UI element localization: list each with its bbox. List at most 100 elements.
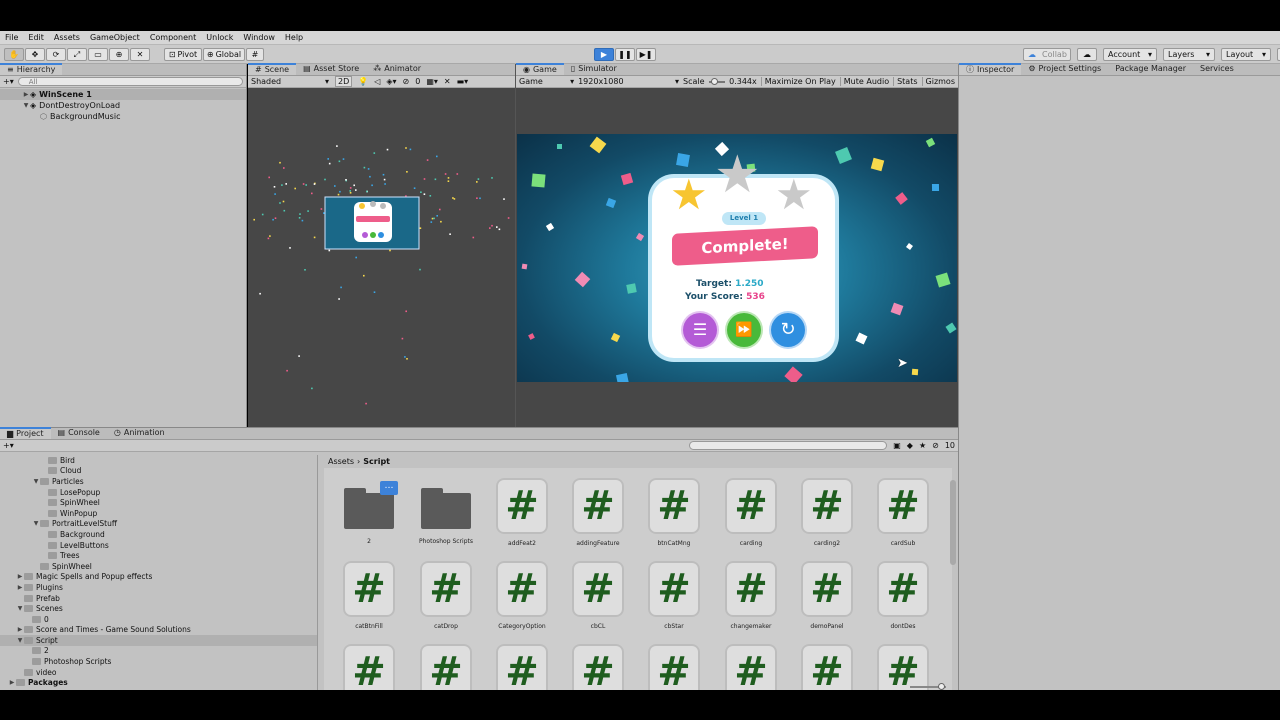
tab-animator[interactable]: ⁂ Animator [366, 63, 428, 75]
stats-toggle[interactable]: Stats [893, 77, 918, 86]
snap-icon[interactable]: # [246, 48, 264, 61]
tab-scene[interactable]: # Scene [248, 63, 297, 75]
script-asset[interactable]: # addFeat2 [487, 478, 557, 554]
project-tree-item[interactable]: SpinWheel [0, 561, 317, 572]
global-toggle[interactable]: ⊕ Global [203, 48, 245, 61]
script-asset[interactable]: # [792, 644, 862, 691]
add-icon[interactable]: +▾ [3, 441, 14, 450]
project-tree-item[interactable]: Cloud [0, 466, 317, 477]
script-asset[interactable]: # [868, 644, 938, 691]
project-tree-item[interactable]: ▼ Script [0, 635, 317, 646]
collab-dropdown[interactable]: ☁ Collab [1023, 48, 1071, 61]
expand-icon[interactable]: ▼ [22, 102, 30, 109]
tab-project[interactable]: ▆ Project [0, 427, 51, 439]
script-asset[interactable]: # catBtnFill [334, 561, 404, 637]
resolution-dropdown[interactable]: 1920x1080 ▾ [578, 77, 679, 86]
move-tool-icon[interactable]: ✥ [25, 48, 45, 61]
menu-window[interactable]: Window [238, 31, 280, 45]
script-asset[interactable]: # cbCL [563, 561, 633, 637]
project-tree-item[interactable]: ▶ Score and Times - Game Sound Solutions [0, 625, 317, 636]
script-asset[interactable]: # carding2 [792, 478, 862, 554]
next-button[interactable]: ⏩ [727, 313, 761, 347]
project-tree-item[interactable]: video [0, 667, 317, 678]
project-tree-item[interactable]: Trees [0, 550, 317, 561]
menu-unlock[interactable]: Unlock [201, 31, 238, 45]
camera-icon[interactable]: ▬▾ [457, 77, 469, 86]
asset-grid-scrollbar[interactable] [950, 480, 956, 565]
scale-slider[interactable] [708, 77, 726, 85]
maximize-on-play-toggle[interactable]: Maximize On Play [760, 77, 836, 86]
cloud-icon[interactable]: ☁ [1077, 48, 1097, 61]
layout-dropdown[interactable]: Layout ▾ [1221, 48, 1271, 61]
effects-icon[interactable]: ◈▾ [386, 77, 396, 86]
tab-project-settings[interactable]: ⚙ Project Settings [1021, 63, 1108, 75]
script-asset[interactable]: # dontDes [868, 561, 938, 637]
2d-toggle[interactable]: 2D [335, 76, 353, 87]
shading-dropdown[interactable]: Shaded ▾ [251, 77, 329, 87]
expand-icon[interactable]: ▼ [16, 637, 24, 644]
project-tree-item[interactable]: ▼ Particles [0, 476, 317, 487]
pause-button[interactable]: ❚❚ [615, 48, 635, 61]
expand-icon[interactable]: ▶ [8, 679, 16, 686]
hierarchy-item[interactable]: ▶ ◈ WinScene 1 [0, 89, 246, 100]
project-tree-item[interactable]: 2 [0, 646, 317, 657]
folder-asset[interactable]: … 2 [334, 478, 404, 554]
account-dropdown[interactable]: Account ▾ [1103, 48, 1157, 61]
breadcrumb-assets[interactable]: Assets [328, 457, 354, 466]
tab-simulator[interactable]: ▯ Simulator [564, 63, 624, 75]
menu-gameobject[interactable]: GameObject [85, 31, 145, 45]
scale-tool-icon[interactable]: ⤢ [67, 48, 87, 61]
script-asset[interactable]: # [716, 644, 786, 691]
tab-package-manager[interactable]: Package Manager [1108, 63, 1193, 75]
tab-game[interactable]: ◉ Game [516, 63, 564, 75]
gizmos-dropdown[interactable]: Gizmos [921, 77, 955, 86]
filter-label-icon[interactable]: ◆ [907, 441, 913, 450]
hidden-packages-icon[interactable]: ⊘ [932, 441, 939, 450]
script-asset[interactable]: # btnCatMng [639, 478, 709, 554]
script-asset[interactable]: # catDrop [411, 561, 481, 637]
favorite-icon[interactable]: ★ [919, 441, 926, 450]
script-asset[interactable]: # [334, 644, 404, 691]
menu-component[interactable]: Component [145, 31, 201, 45]
tab-inspector[interactable]: ⓘ Inspector [959, 63, 1022, 75]
project-tree-item[interactable]: ▶ Plugins [0, 582, 317, 593]
filter-type-icon[interactable]: ▣ [893, 441, 901, 450]
expand-icon[interactable]: ▼ [32, 478, 40, 485]
project-tree-item[interactable]: 0 [0, 614, 317, 625]
project-tree-item[interactable]: LevelButtons [0, 540, 317, 551]
hierarchy-item[interactable]: ▼ ◈ DontDestroyOnLoad [0, 100, 246, 111]
custom-tool-icon[interactable]: ✕ [130, 48, 150, 61]
scale-slider-thumb[interactable] [710, 77, 718, 85]
project-tree-item[interactable]: ▶ Packages [0, 677, 317, 688]
script-asset[interactable]: # CategoryOption [487, 561, 557, 637]
script-asset[interactable]: # [411, 644, 481, 691]
hierarchy-item[interactable]: ⬡ BackgroundMusic [0, 111, 246, 122]
project-tree-item[interactable]: SpinWheel [0, 497, 317, 508]
script-asset[interactable]: # cardSub [868, 478, 938, 554]
play-button[interactable]: ▶ [594, 48, 614, 61]
hidden-icon[interactable]: ⊘ [403, 77, 410, 86]
script-asset[interactable]: # [487, 644, 557, 691]
project-tree-item[interactable]: Bird [0, 455, 317, 466]
tab-services[interactable]: Services [1193, 63, 1241, 75]
icon-size-slider[interactable] [910, 683, 946, 690]
menu-edit[interactable]: Edit [23, 31, 49, 45]
mute-audio-toggle[interactable]: Mute Audio [839, 77, 889, 86]
grid-icon[interactable]: ▦▾ [426, 77, 438, 86]
tools-icon[interactable]: ✕ [444, 77, 451, 86]
layers-dropdown[interactable]: Layers ▾ [1163, 48, 1215, 61]
project-tree-item[interactable]: ▶ Magic Spells and Popup effects [0, 572, 317, 583]
script-asset[interactable]: # [563, 644, 633, 691]
folder-asset[interactable]: Photoshop Scripts [411, 478, 481, 554]
hierarchy-search-input[interactable]: All [17, 77, 243, 86]
expand-icon[interactable]: ▶ [22, 91, 30, 98]
tab-asset-store[interactable]: ▤ Asset Store [296, 63, 366, 75]
expand-icon[interactable]: ▶ [16, 573, 24, 580]
hand-tool-icon[interactable]: ✋ [4, 48, 24, 61]
rotate-tool-icon[interactable]: ⟳ [46, 48, 66, 61]
list-button[interactable]: ☰ [683, 313, 717, 347]
transform-tool-icon[interactable]: ⊕ [109, 48, 129, 61]
light-icon[interactable]: 💡 [358, 77, 368, 86]
project-tree-item[interactable]: ▼ Scenes [0, 603, 317, 614]
script-asset[interactable]: # changemaker [716, 561, 786, 637]
